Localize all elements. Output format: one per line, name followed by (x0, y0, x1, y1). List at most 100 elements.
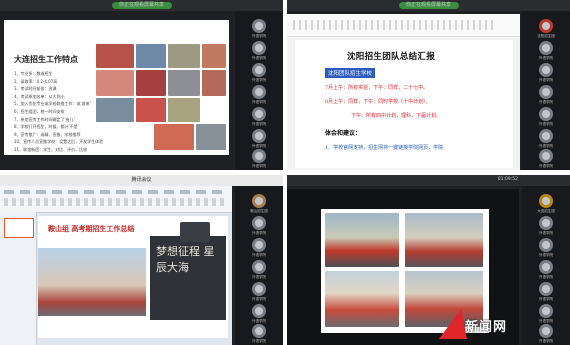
shared-screen: 新闻网 (287, 189, 519, 345)
participant-name: 外语学院 (252, 275, 266, 279)
participant-tile[interactable]: 沈阳招生团 (526, 19, 566, 39)
avatar (252, 238, 266, 252)
avatar (252, 324, 266, 338)
photo (325, 213, 399, 267)
participant-name: 外语学院 (252, 231, 266, 235)
participant-name: 外语学院 (539, 253, 553, 257)
participant-name: 鞍山招生团 (250, 209, 268, 213)
shared-slide: 大连招生工作特点 1、专业多：数或招生 2、录取率：4.2-4.07高 3、考试… (4, 20, 229, 155)
participant-name: 大连招生团 (537, 209, 555, 213)
avatar (539, 304, 553, 318)
photo (202, 44, 226, 68)
participant-tile[interactable]: 外语学院 (239, 41, 279, 61)
participant-name: 外语学院 (252, 78, 266, 82)
photo (168, 70, 200, 96)
document-page: 沈阳招生团队总结汇报 沈阳团队招生学校 7月上午：所有实验，下午：同样，二十七中… (295, 40, 513, 168)
list-item: 5、加入优化专业或学校联络工作：或'谁来' (14, 101, 91, 107)
participant-sidebar[interactable]: 鞍山招生团 外语学院 外语学院 外语学院 外语学院 外语学院 外语学院 (235, 186, 283, 345)
participant-tile[interactable]: 外语学院 (239, 19, 279, 39)
doc-heading: 沈阳招生团队总结汇报 (347, 52, 436, 62)
avatar (539, 216, 553, 230)
photo (154, 124, 194, 150)
participant-tile[interactable]: 外语学院 (526, 282, 566, 302)
points-list: 1、专业多：数或招生 2、录取率：4.2-4.07高 3、考试时间紧张：选课 4… (14, 70, 104, 154)
avatar (252, 304, 266, 318)
panel-title: 你正在观看屏幕共享 (118, 2, 164, 8)
avatar (252, 216, 266, 230)
participant-sidebar[interactable]: 大连招生团 外语学院 外语学院 外语学院 外语学院 外语学院 外语学院 (522, 186, 570, 345)
photo (325, 271, 399, 327)
word-ribbon (287, 14, 520, 37)
participant-tile[interactable]: 外语学院 (526, 216, 566, 236)
photo (168, 98, 200, 122)
banner-text: 梦想征程 星辰大海 (156, 245, 215, 274)
participant-tile[interactable]: 大连招生团 (526, 194, 566, 214)
participant-tile[interactable]: 外语学院 (239, 238, 279, 258)
participant-sidebar[interactable]: 沈阳招生团 外语学院 外语学院 外语学院 外语学院 外语学院 外语学院 (522, 11, 570, 170)
photo (96, 70, 134, 96)
participant-tile[interactable]: 外语学院 (526, 107, 566, 127)
list-item: 10、宣传人员宣推学校：设置之后，开发学生体验 (14, 139, 104, 145)
participant-tile[interactable]: 鞍山招生团 (239, 194, 279, 214)
shared-document: 沈阳招生团队总结汇报 沈阳团队招生学校 7月上午：所有实验，下午：同样，二十七中… (287, 14, 520, 170)
video-panel-top-right[interactable]: 你正在观看屏幕共享 沈阳招生团队总结汇报 沈阳团队招生学校 7月上午：所有实验，… (287, 0, 570, 170)
video-panel-bottom-right[interactable]: 01:09:52 新闻网 大连招生团 外语学院 外语学院 外语学院 外语学院 外… (287, 175, 570, 345)
participant-name: 外语学院 (539, 122, 553, 126)
doc-line: 下午：所有四中计划，理科，下届计划。 (351, 113, 442, 119)
participant-tile[interactable]: 外语学院 (239, 85, 279, 105)
participant-tile[interactable]: 外语学院 (526, 324, 566, 344)
panel-titlebar: 腾讯会议 (0, 175, 283, 186)
participant-tile[interactable]: 外语学院 (526, 41, 566, 61)
participant-tile[interactable]: 外语学院 (239, 63, 279, 83)
slide-title: 鞍山组 高考期招生工作总结 (48, 225, 135, 233)
participant-name: 外语学院 (539, 297, 553, 301)
avatar (539, 41, 553, 55)
presenter-video (180, 222, 210, 242)
shared-slide: 鞍山组 高考期招生工作总结 梦想征程 星辰大海 (0, 186, 232, 345)
participant-tile[interactable]: 外语学院 (526, 129, 566, 149)
participant-tile[interactable]: 外语学院 (526, 260, 566, 280)
list-item: 4、考试参加名单：从大到小 (14, 93, 65, 99)
participant-name: 外语学院 (252, 297, 266, 301)
participant-name: 外语学院 (252, 100, 266, 104)
video-panel-bottom-left[interactable]: 腾讯会议 鞍山组 高考期招生工作总结 梦想征程 星辰大海 鞍山招生团 外语学院 … (0, 175, 283, 345)
photo (168, 44, 200, 68)
avatar (539, 129, 553, 143)
participant-tile[interactable]: 外语学院 (526, 304, 566, 324)
participant-tile[interactable]: 外语学院 (239, 324, 279, 344)
photo (202, 70, 226, 96)
avatar (252, 85, 266, 99)
participant-tile[interactable]: 外语学院 (239, 216, 279, 236)
avatar (252, 260, 266, 274)
panel-titlebar: 01:09:52 (287, 175, 570, 186)
meeting-clock: 01:09:52 (497, 177, 518, 182)
participant-name: 外语学院 (252, 56, 266, 60)
panel-titlebar: 你正在观看屏幕共享 (287, 0, 570, 11)
participant-tile[interactable]: 外语学院 (239, 129, 279, 149)
photo (96, 98, 134, 122)
avatar (252, 282, 266, 296)
participant-tile[interactable]: 外语学院 (239, 282, 279, 302)
slide-thumbnails[interactable] (0, 212, 37, 345)
participant-tile[interactable]: 外语学院 (239, 304, 279, 324)
avatar (252, 149, 266, 163)
participant-tile[interactable]: 外语学院 (526, 238, 566, 258)
video-panel-top-left[interactable]: 你正在观看屏幕共享 大连招生工作特点 1、专业多：数或招生 2、录取率：4.2-… (0, 0, 283, 170)
list-item: 7、参加宣传工作时间确定了'有几' (14, 116, 75, 122)
photo (96, 44, 134, 68)
participant-tile[interactable]: 外语学院 (526, 85, 566, 105)
slide-title: 大连招生工作特点 (14, 55, 78, 64)
avatar (252, 41, 266, 55)
participant-tile[interactable]: 外语学院 (239, 107, 279, 127)
participant-sidebar[interactable]: 外语学院 外语学院 外语学院 外语学院 外语学院 外语学院 外语学院 (235, 11, 283, 170)
avatar (252, 194, 266, 208)
participant-tile[interactable]: 外语学院 (526, 63, 566, 83)
participant-tile[interactable]: 外语学院 (526, 149, 566, 169)
participant-tile[interactable]: 外语学院 (239, 149, 279, 169)
avatar (539, 324, 553, 338)
avatar (539, 260, 553, 274)
participant-tile[interactable]: 外语学院 (239, 260, 279, 280)
group-label: 沈阳团队招生学校 (325, 68, 376, 78)
avatar (539, 63, 553, 77)
list-item: 3、考试时间紧张：选课 (14, 86, 57, 92)
